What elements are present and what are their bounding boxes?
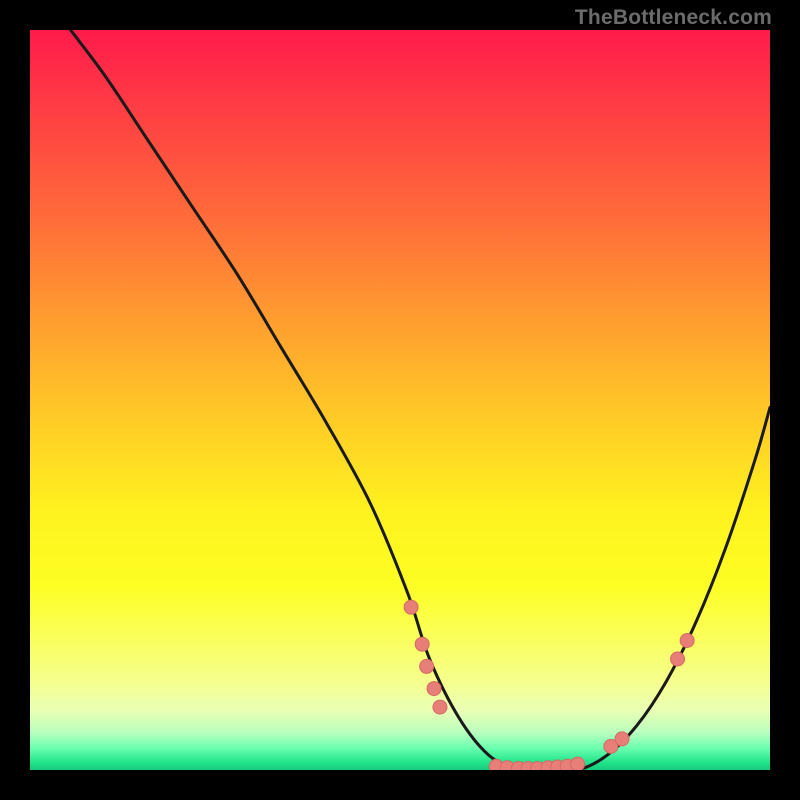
data-point	[671, 652, 685, 666]
watermark-text: TheBottleneck.com	[575, 6, 772, 30]
data-point	[427, 682, 441, 696]
chart-stage: TheBottleneck.com	[0, 0, 800, 800]
data-point	[680, 634, 694, 648]
data-point	[415, 637, 429, 651]
data-point	[615, 732, 629, 746]
data-point	[433, 700, 447, 714]
data-point	[420, 659, 434, 673]
plot-area	[30, 30, 770, 770]
chart-svg	[30, 30, 770, 770]
data-point	[404, 600, 418, 614]
bottleneck-curve	[30, 30, 770, 770]
data-points	[404, 600, 694, 770]
data-point	[571, 757, 585, 770]
